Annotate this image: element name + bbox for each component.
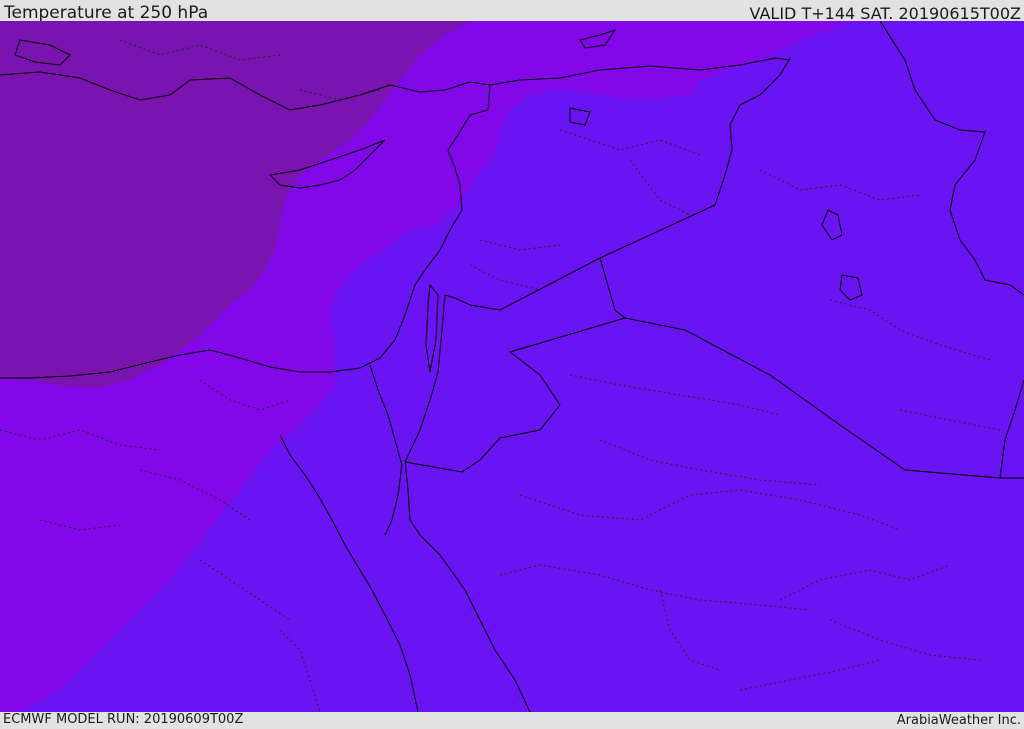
- temperature-map: [0, 21, 1024, 712]
- credit-label: ArabiaWeather Inc.: [896, 713, 1021, 728]
- footer-bar: ECMWF MODEL RUN: 20190609T00Z ArabiaWeat…: [0, 712, 1024, 729]
- model-run-label: ECMWF MODEL RUN: 20190609T00Z: [3, 712, 244, 727]
- header-bar: Temperature at 250 hPa VALID T+144 SAT. …: [0, 0, 1024, 23]
- weather-map-frame: Temperature at 250 hPa VALID T+144 SAT. …: [0, 0, 1024, 729]
- map-title: Temperature at 250 hPa: [4, 3, 209, 23]
- map-area: [0, 21, 1024, 712]
